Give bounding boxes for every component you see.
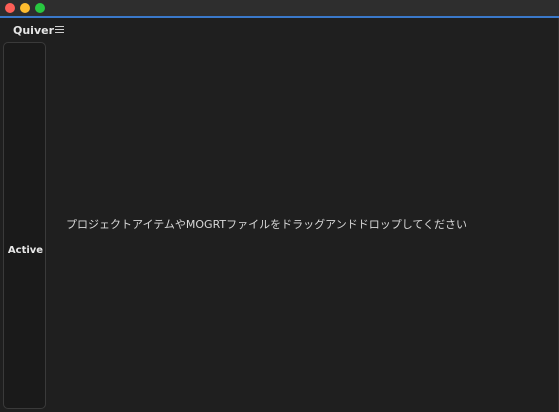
- panel-title: Quiver: [13, 24, 55, 37]
- quiver-panel: Quiver Active プロジェクトアイテムやMOGRTファイルをドラッグア…: [0, 18, 559, 412]
- app-window: Quiver Active プロジェクトアイテムやMOGRTファイルをドラッグア…: [0, 0, 559, 412]
- close-window-button[interactable]: [5, 3, 15, 13]
- active-tab[interactable]: Active: [3, 42, 46, 409]
- drop-zone-message: プロジェクトアイテムやMOGRTファイルをドラッグアンドドロップしてください: [66, 218, 468, 231]
- minimize-window-button[interactable]: [20, 3, 30, 13]
- zoom-window-button[interactable]: [35, 3, 45, 13]
- hamburger-menu-icon[interactable]: [55, 26, 64, 34]
- active-tab-label: Active: [7, 245, 44, 256]
- title-bar: [0, 0, 559, 16]
